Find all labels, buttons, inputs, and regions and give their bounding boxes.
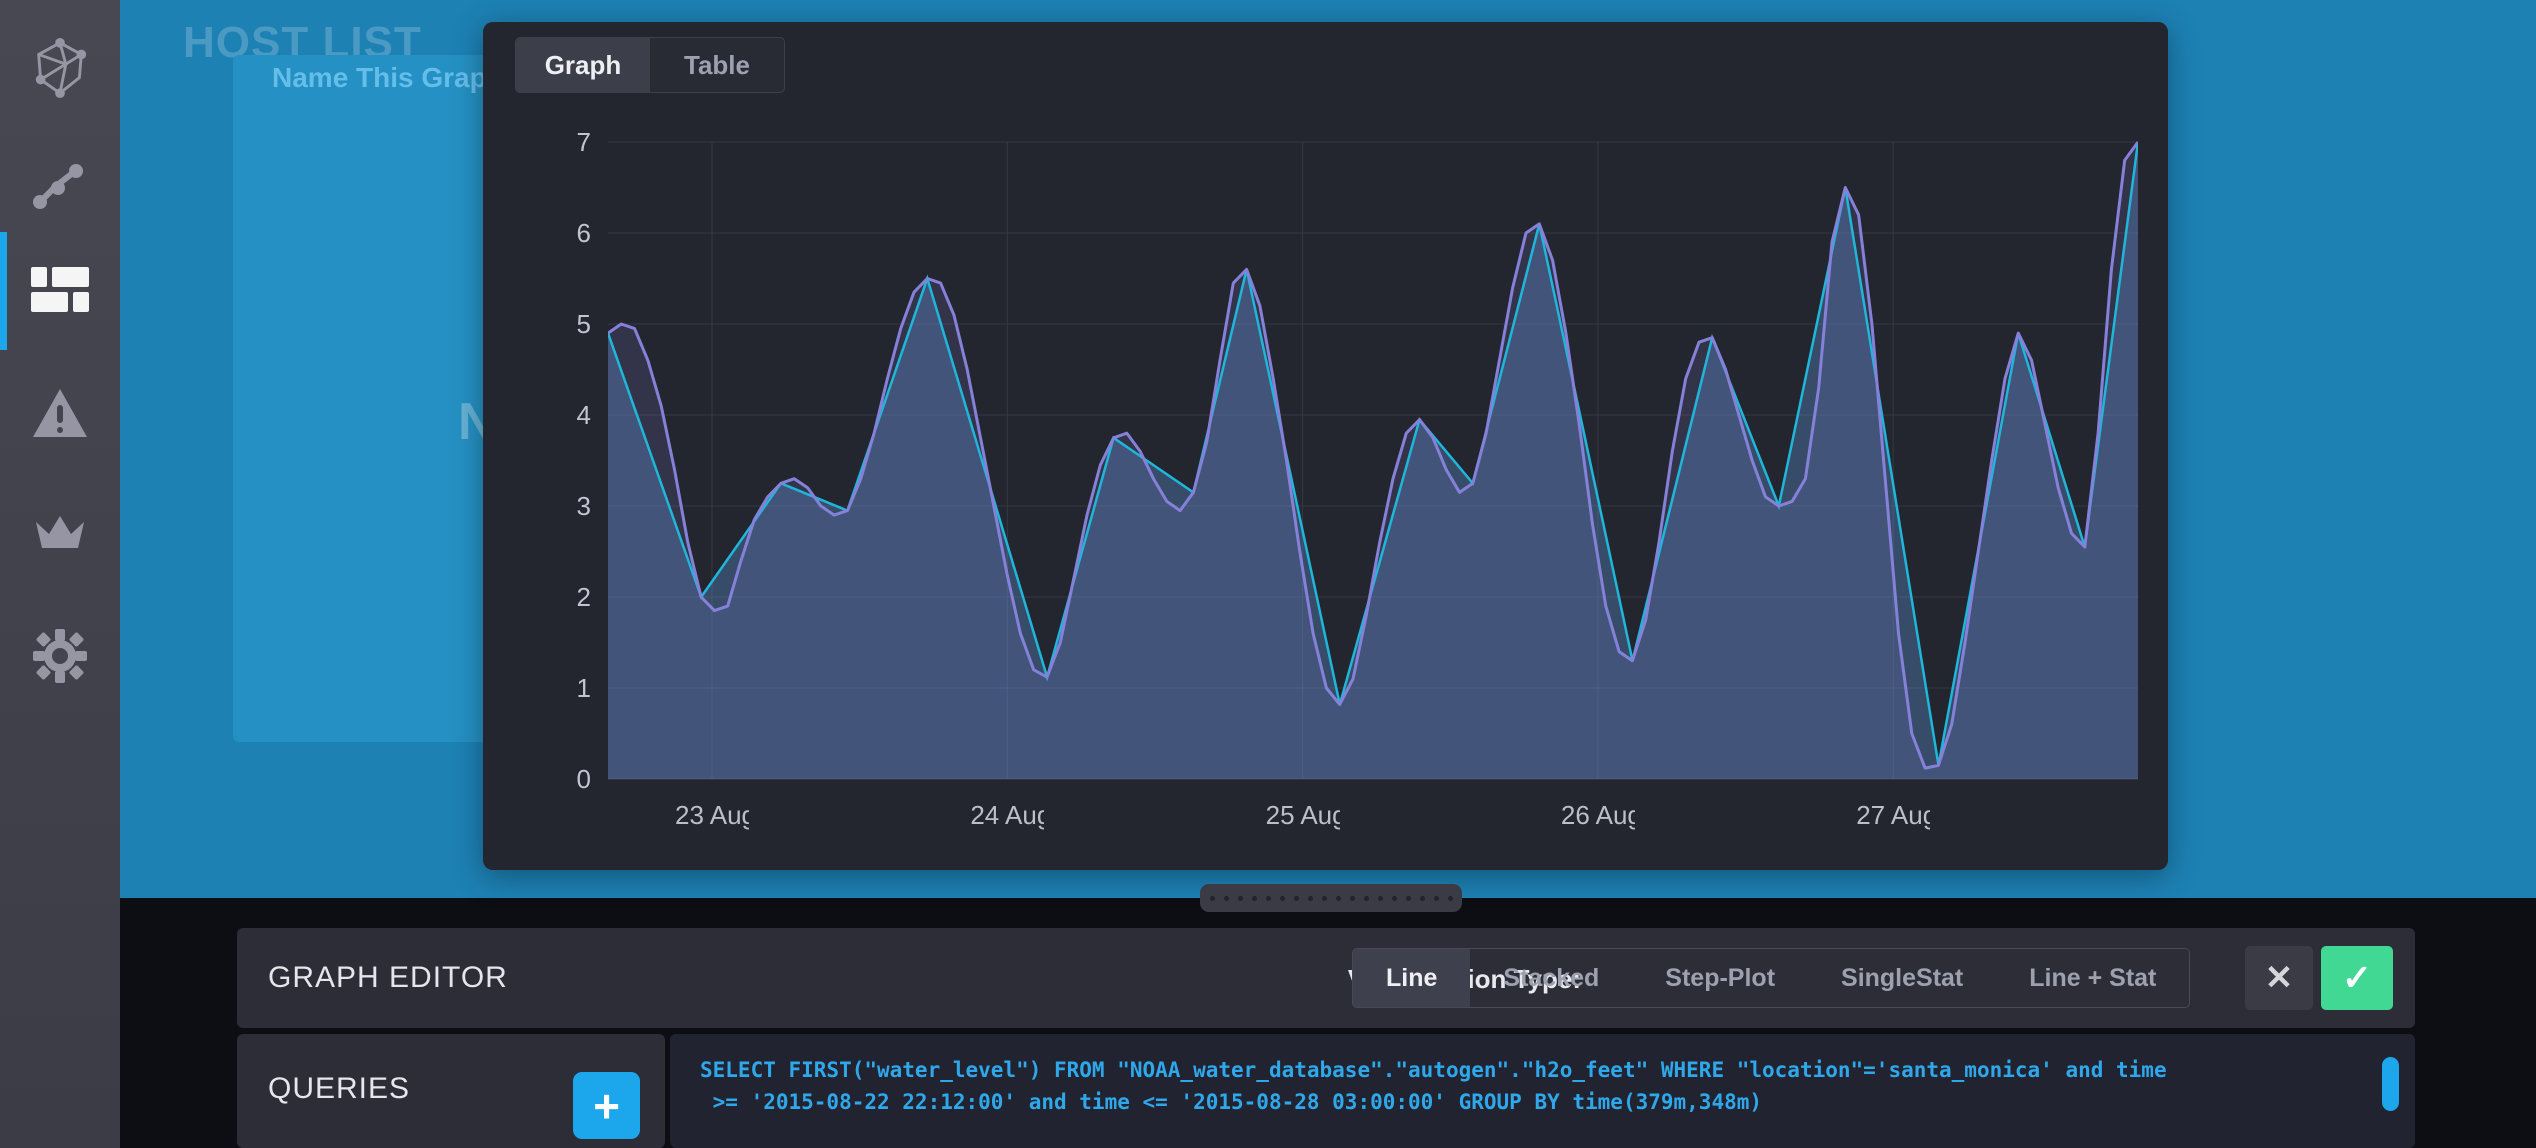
graph-editor-header: GRAPH EDITOR Visualization Type: LineSta… <box>237 928 2415 1028</box>
sidebar-item-chronograf-logo[interactable] <box>0 10 120 130</box>
query-editor-field[interactable]: SELECT FIRST("water_level") FROM "NOAA_w… <box>670 1034 2415 1148</box>
viz-type-line[interactable]: Line <box>1353 949 1470 1007</box>
y-tick-label: 0 <box>535 764 591 795</box>
query-scrollbar-thumb[interactable] <box>2382 1057 2399 1111</box>
x-tick-label: 27 Aug <box>1856 800 1930 834</box>
chart-svg[interactable] <box>608 130 2138 810</box>
pulse-graph-icon <box>32 158 88 219</box>
x-tick-label: 25 Aug <box>1266 800 1340 834</box>
sidebar <box>0 0 120 1148</box>
crown-icon <box>32 512 88 561</box>
gear-icon <box>31 627 89 690</box>
add-query-button[interactable]: + <box>573 1072 640 1139</box>
y-tick-label: 2 <box>535 582 591 613</box>
alert-triangle-icon <box>31 387 89 446</box>
sidebar-item-host-list[interactable] <box>0 128 120 248</box>
sidebar-item-dashboards[interactable] <box>0 232 120 352</box>
x-tick-label: 24 Aug <box>970 800 1044 834</box>
close-icon: ✕ <box>2265 958 2294 998</box>
resize-drag-handle[interactable] <box>1200 884 1462 912</box>
y-tick-label: 1 <box>535 673 591 704</box>
y-tick-label: 4 <box>535 400 591 431</box>
confirm-editor-button[interactable]: ✓ <box>2321 946 2393 1010</box>
sidebar-item-alerts[interactable] <box>0 356 120 476</box>
viz-type-singlestat[interactable]: SingleStat <box>1808 949 1996 1007</box>
viz-type-step-plot[interactable]: Step-Plot <box>1632 949 1808 1007</box>
plus-icon: + <box>593 1079 620 1133</box>
x-tick-label: 26 Aug <box>1561 800 1635 834</box>
y-tick-label: 5 <box>535 309 591 340</box>
x-tick-label: 23 Aug <box>675 800 749 834</box>
queries-title: QUERIES <box>268 1072 410 1106</box>
chart-area: 0 1 2 3 4 5 6 7 23 Aug 24 Aug 25 Aug 26 Aug 27 Aug <box>483 22 2168 870</box>
sidebar-item-settings[interactable] <box>0 598 120 718</box>
sidebar-item-admin[interactable] <box>0 476 120 596</box>
graph-cell-panel: GraphTable 01234567 23 Aug24 Aug25 Aug26… <box>483 22 2168 870</box>
visualization-type-group: LineStackedStep-PlotSingleStatLine + Sta… <box>1352 948 2190 1008</box>
y-tick-label: 3 <box>535 491 591 522</box>
graph-name-placeholder[interactable]: Name This Graph <box>272 62 504 94</box>
influxql-query-text[interactable]: SELECT FIRST("water_level") FROM "NOAA_w… <box>700 1054 2370 1118</box>
y-tick-label: 6 <box>535 218 591 249</box>
dismiss-editor-button[interactable]: ✕ <box>2245 946 2313 1010</box>
checkmark-icon: ✓ <box>2342 957 2372 999</box>
viz-type-stacked[interactable]: Stacked <box>1470 949 1632 1007</box>
viz-type-line-stat[interactable]: Line + Stat <box>1996 949 2189 1007</box>
dashboards-grid-icon <box>31 267 89 318</box>
chronograf-logo-icon <box>29 37 91 104</box>
queries-header: QUERIES + <box>237 1034 665 1148</box>
y-tick-label: 7 <box>535 127 591 158</box>
graph-editor-title: GRAPH EDITOR <box>268 961 508 995</box>
